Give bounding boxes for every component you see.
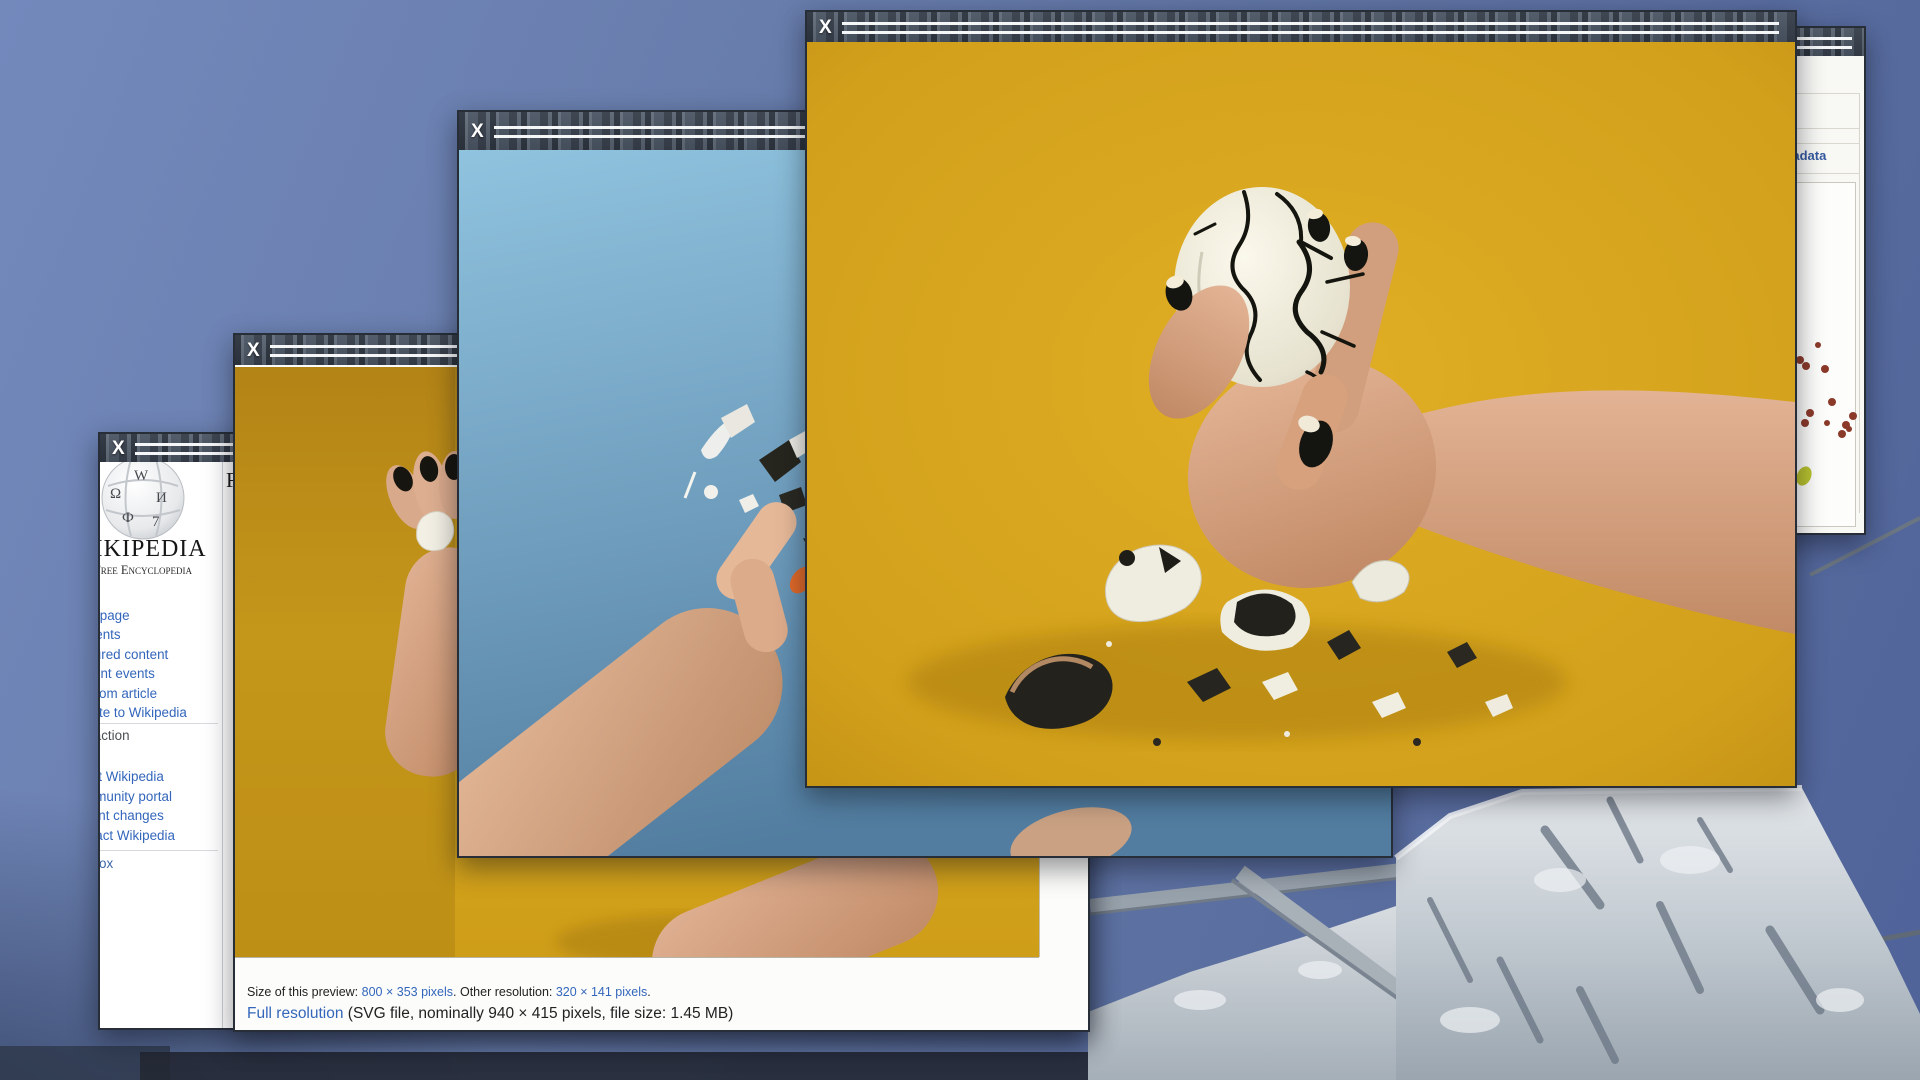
egg-window-titlebar[interactable]: X <box>807 12 1795 42</box>
sidebar-item-contact[interactable]: Contact Wikipedia <box>100 826 227 845</box>
svg-text:Ω: Ω <box>110 486 121 502</box>
sidebar-item-main-page[interactable]: Main page <box>100 606 227 625</box>
full-resolution-link[interactable]: Full resolution <box>247 1005 344 1022</box>
svg-text:Ф: Ф <box>122 510 134 526</box>
sidebar-item-community-portal[interactable]: Community portal <box>100 787 227 806</box>
sidebar-item-help[interactable]: Help <box>100 748 227 767</box>
preview-size-line: Size of this preview: 800 × 353 pixels. … <box>247 985 651 999</box>
sidebar-header-toolbox[interactable]: Toolbox <box>100 856 113 871</box>
desktop: X F Ω W <box>0 0 1920 1080</box>
svg-text:И: И <box>156 490 167 506</box>
svg-text:W: W <box>134 468 149 484</box>
close-icon[interactable]: X <box>819 18 832 37</box>
sidebar-item-random-article[interactable]: Random article <box>100 684 227 703</box>
sidebar-item-featured-content[interactable]: Featured content <box>100 645 227 664</box>
sidebar-nav: Main page Contents Featured content Curr… <box>100 606 227 722</box>
sidebar-item-contents[interactable]: Contents <box>100 625 227 644</box>
full-resolution-rest: (SVG file, nominally 940 × 415 pixels, f… <box>344 1005 734 1022</box>
sidebar-item-recent-changes[interactable]: Recent changes <box>100 806 227 825</box>
wikipedia-wordmark: WIKIPEDIA <box>100 536 207 563</box>
sidebar-header-interaction: Interaction <box>100 728 130 743</box>
sidebar-item-about[interactable]: About Wikipedia <box>100 767 227 786</box>
svg-text:7: 7 <box>152 514 160 530</box>
close-icon[interactable]: X <box>471 122 484 141</box>
close-icon[interactable]: X <box>112 439 125 458</box>
titlebar-stripes[interactable] <box>842 19 1779 35</box>
image-window-egg-hand: X <box>805 10 1797 788</box>
sidebar-nav-interaction: Help About Wikipedia Community portal Re… <box>100 748 227 845</box>
sidebar-item-donate[interactable]: Donate to Wikipedia <box>100 703 227 722</box>
size-middle: . Other resolution: <box>453 985 556 999</box>
size-prefix: Size of this preview: <box>247 985 362 999</box>
wikipedia-tagline: The Free Encyclopedia <box>100 563 192 578</box>
full-resolution-line: Full resolution (SVG file, nominally 940… <box>247 1005 733 1023</box>
sidebar-divider <box>100 723 218 724</box>
sidebar-item-current-events[interactable]: Current events <box>100 664 227 683</box>
egg-photo-hand <box>807 42 1795 786</box>
close-icon[interactable]: X <box>247 341 260 360</box>
size-suffix: . <box>647 985 650 999</box>
size-link-320[interactable]: 320 × 141 pixels <box>556 985 647 999</box>
sidebar-divider <box>100 850 218 851</box>
size-link-800[interactable]: 800 × 353 pixels <box>362 985 453 999</box>
